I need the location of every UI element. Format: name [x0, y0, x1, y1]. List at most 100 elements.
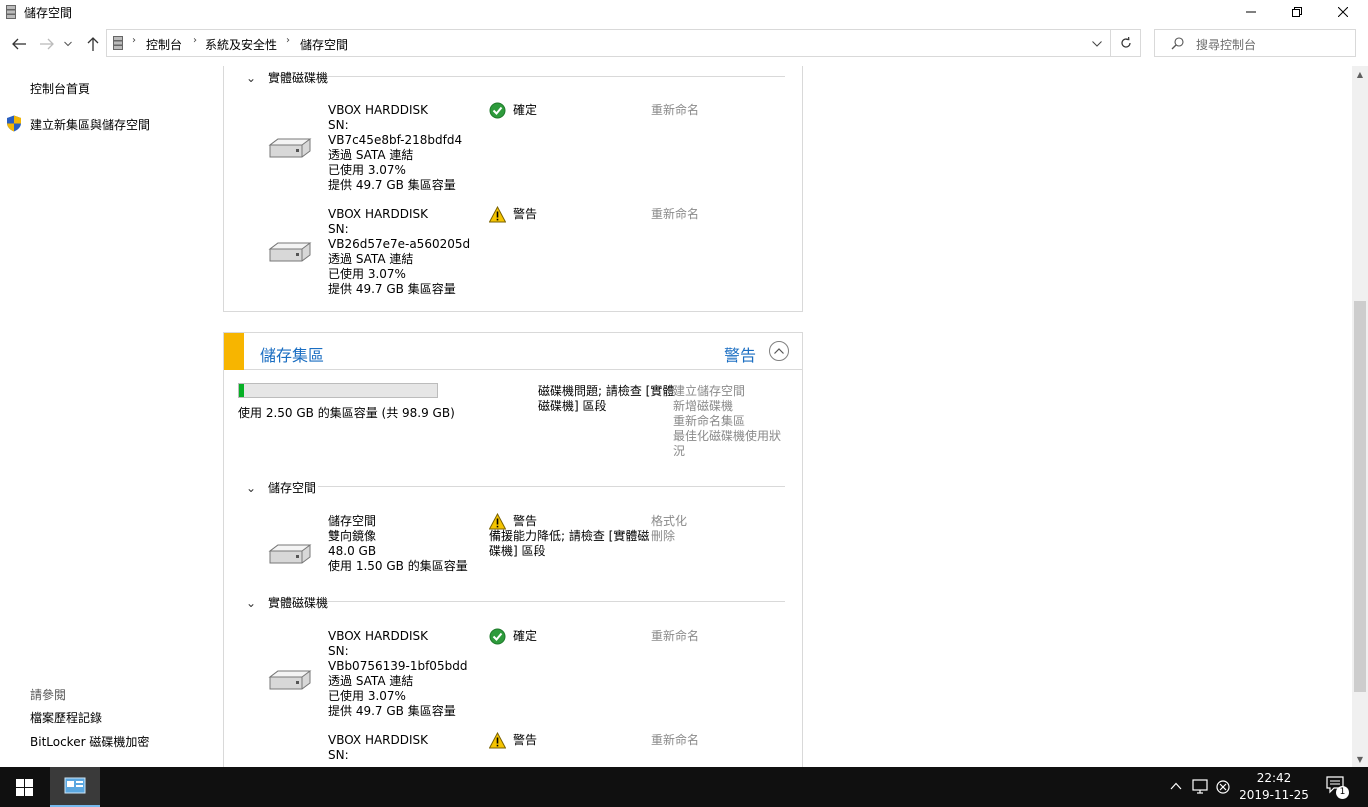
pool-header: 儲存集區 警告	[224, 333, 802, 370]
warning-icon	[489, 513, 506, 530]
rename-drive-link[interactable]: 重新命名	[651, 629, 699, 644]
sidebar-link-home[interactable]: 控制台首頁	[30, 80, 90, 97]
optimize-drive-usage-link[interactable]: 最佳化磁碟機使用狀	[673, 429, 781, 444]
space-resiliency: 雙向鏡像	[328, 529, 377, 543]
storage-spaces-icon	[6, 5, 16, 19]
disk-name: VBOX HARDDISK	[328, 629, 429, 643]
chevron-down-icon: ⌄	[246, 71, 257, 85]
rename-pool-link[interactable]: 重新命名集區	[673, 414, 781, 429]
minimize-button[interactable]	[1228, 0, 1274, 24]
refresh-icon	[1120, 37, 1131, 48]
scroll-up-button[interactable]: ▲	[1352, 66, 1368, 82]
clock-date: 2019-11-25	[1239, 788, 1309, 802]
chevron-down-icon: ⌄	[246, 481, 257, 495]
left-sidebar: 控制台首頁 建立新集區與儲存空間 請參閱 檔案歷程記錄 BitLocker 磁碟…	[0, 66, 222, 767]
pool-status: 警告	[724, 346, 757, 365]
network-icon[interactable]	[1192, 779, 1210, 795]
physical-drives-header[interactable]: ⌄ 實體磁碟機	[246, 69, 328, 86]
forward-arrow-icon	[40, 38, 54, 50]
close-button[interactable]	[1320, 0, 1366, 24]
scroll-down-button[interactable]: ▼	[1352, 751, 1368, 767]
section-title: 實體磁碟機	[268, 596, 329, 610]
add-drives-link[interactable]: 新增磁碟機	[673, 399, 781, 414]
taskbar: 22:42 2019-11-25 1	[0, 767, 1368, 807]
delete-link[interactable]: 刪除	[651, 529, 687, 544]
collapse-button[interactable]	[769, 341, 789, 361]
close-icon	[1338, 7, 1348, 17]
clock-time: 22:42	[1256, 771, 1292, 785]
hard-drive-icon	[268, 670, 312, 690]
disk-capacity: 提供 49.7 GB 集區容量	[328, 704, 456, 718]
optimize-drive-usage-link[interactable]: 況	[673, 444, 781, 459]
warning-icon	[489, 206, 506, 223]
format-link[interactable]: 格式化	[651, 514, 687, 529]
rename-drive-link[interactable]: 重新命名	[651, 207, 699, 222]
volume-muted-icon[interactable]	[1216, 780, 1230, 794]
disk-connection: 透過 SATA 連結	[328, 148, 414, 162]
chevron-right-icon: ›	[286, 35, 290, 46]
rename-drive-link[interactable]: 重新命名	[651, 103, 699, 118]
divider	[318, 486, 785, 487]
disk-serial: VB7c45e8bf-218bdfd4	[328, 133, 463, 147]
title-bar: 儲存空間	[0, 0, 1368, 26]
breadcrumb-system-security[interactable]: 系統及安全性	[205, 36, 277, 53]
restore-button[interactable]	[1274, 0, 1320, 24]
disk-name: VBOX HARDDISK	[328, 207, 429, 221]
action-center-button[interactable]: 1	[1326, 776, 1350, 800]
sidebar-link-bitlocker[interactable]: BitLocker 磁碟機加密	[30, 733, 149, 750]
disk-used: 已使用 3.07%	[328, 163, 406, 177]
chevron-down-icon: ⌄	[246, 596, 257, 610]
up-arrow-icon	[87, 37, 99, 51]
sidebar-link-create-pool[interactable]: 建立新集區與儲存空間	[30, 116, 150, 133]
back-button[interactable]	[9, 34, 29, 54]
disk-sn-label: SN:	[328, 644, 349, 658]
space-name: 儲存空間	[328, 514, 377, 528]
create-space-link[interactable]: 建立儲存空間	[673, 384, 781, 399]
disk-connection: 透過 SATA 連結	[328, 674, 414, 688]
scroll-thumb[interactable]	[1354, 301, 1366, 692]
chevron-down-icon[interactable]	[1092, 41, 1102, 47]
chevron-up-icon[interactable]	[1170, 782, 1182, 790]
pool-usage-bar	[238, 383, 438, 398]
minimize-icon	[1246, 11, 1256, 13]
disk-info: VBOX HARDDISK SN: VBb0756139-1bf05bdd 透過…	[328, 629, 467, 719]
disk-sn-label: SN:	[328, 748, 349, 762]
section-title: 儲存空間	[268, 481, 317, 495]
system-clock[interactable]: 22:42 2019-11-25	[1232, 770, 1316, 804]
storage-spaces-icon	[113, 36, 123, 50]
sidebar-link-file-history[interactable]: 檔案歷程記錄	[30, 709, 102, 726]
space-actions: 格式化 刪除	[651, 514, 687, 544]
breadcrumb-control-panel[interactable]: 控制台	[146, 36, 182, 53]
storage-space-icon	[268, 544, 312, 564]
pool-usage-fill	[239, 384, 244, 397]
start-button[interactable]	[0, 767, 48, 807]
address-bar[interactable]: › 控制台 › 系統及安全性 › 儲存空間	[106, 29, 1111, 57]
status-text: 確定	[513, 629, 538, 643]
physical-drives-header[interactable]: ⌄ 實體磁碟機	[246, 594, 328, 611]
disk-sn-label: SN:	[328, 222, 349, 236]
notification-count-badge: 1	[1336, 786, 1349, 799]
search-box[interactable]: 搜尋控制台	[1154, 29, 1356, 57]
warning-icon	[489, 732, 506, 749]
ok-check-icon	[489, 102, 506, 119]
up-button[interactable]	[83, 34, 103, 54]
window-title: 儲存空間	[24, 6, 73, 20]
vertical-scrollbar[interactable]: ▲ ▼	[1352, 66, 1368, 767]
recent-locations-button[interactable]	[62, 34, 74, 54]
chevron-down-icon	[64, 41, 72, 47]
disk-capacity: 提供 49.7 GB 集區容量	[328, 282, 456, 296]
refresh-button[interactable]	[1110, 29, 1141, 57]
disk-info: VBOX HARDDISK SN:	[328, 733, 428, 763]
breadcrumb-storage-spaces[interactable]: 儲存空間	[300, 36, 348, 53]
storage-spaces-header[interactable]: ⌄ 儲存空間	[246, 479, 316, 496]
forward-button[interactable]	[37, 34, 57, 54]
rename-drive-link[interactable]: 重新命名	[651, 733, 699, 748]
taskbar-app-control-panel[interactable]	[50, 767, 100, 807]
status-detail: 備援能力降低; 請檢查 [實體磁	[489, 529, 650, 543]
ok-check-icon	[489, 628, 506, 645]
status-text: 警告	[513, 733, 538, 747]
disk-serial: VB26d57e7e-a560205d	[328, 237, 471, 251]
space-used: 使用 1.50 GB 的集區容量	[328, 559, 468, 573]
disk-capacity: 提供 49.7 GB 集區容量	[328, 178, 456, 192]
status-text: 確定	[513, 103, 538, 117]
